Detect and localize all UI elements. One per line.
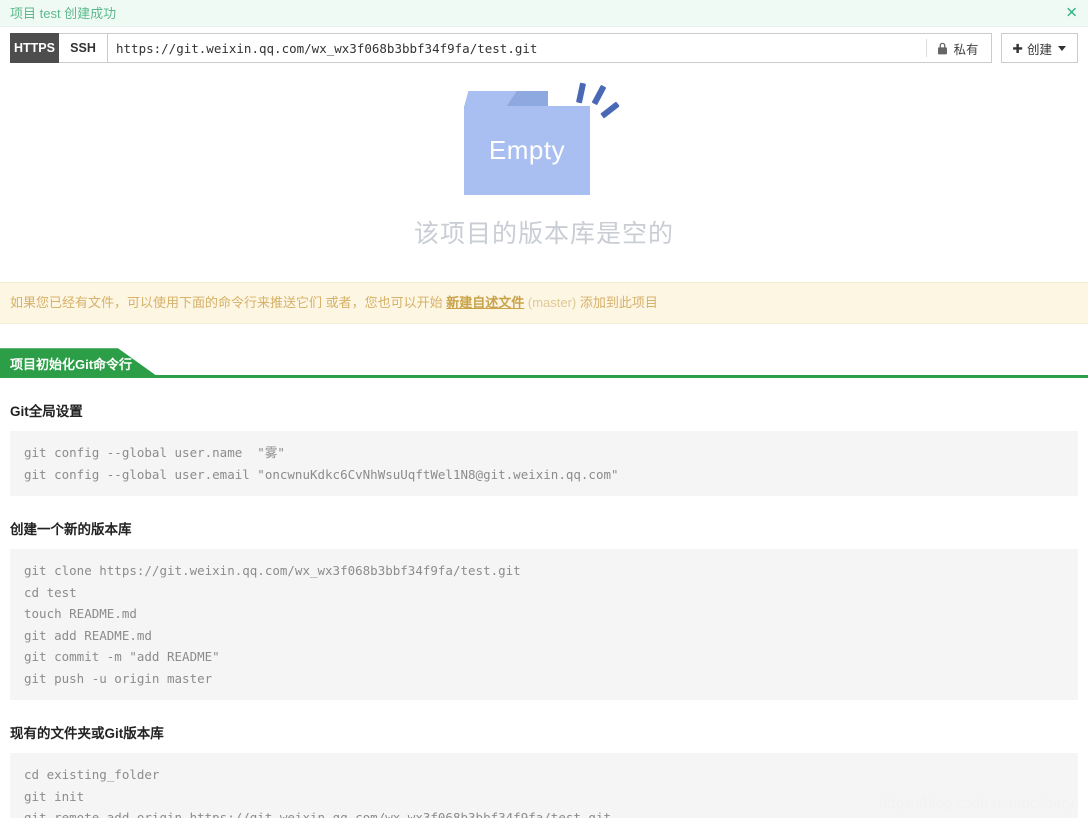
- tab-git-init-commands[interactable]: 项目初始化Git命令行: [0, 348, 160, 379]
- new-readme-link[interactable]: 新建自述文件: [446, 295, 524, 310]
- empty-repo-state: Empty 该项目的版本库是空的: [0, 63, 1088, 250]
- close-icon[interactable]: ✕: [1065, 5, 1078, 21]
- protocol-button-ssh[interactable]: SSH: [59, 33, 108, 63]
- clone-bar: HTTPS SSH 私有 ✚ 创建: [10, 33, 1078, 63]
- create-button[interactable]: ✚ 创建: [1000, 33, 1078, 63]
- tab-strip: 项目初始化Git命令行: [0, 348, 1088, 379]
- empty-folder-illustration: Empty: [464, 75, 624, 200]
- notice-text-after: 添加到此项目: [579, 295, 658, 310]
- sparkle-icon-3: [600, 101, 620, 119]
- success-banner-message: 项目 test 创建成功: [10, 5, 117, 21]
- clone-url-wrapper: 私有: [108, 33, 992, 63]
- empty-repo-title: 该项目的版本库是空的: [413, 220, 674, 248]
- visibility-badge: 私有: [926, 39, 990, 57]
- plus-icon: ✚: [1012, 41, 1023, 56]
- success-banner: 项目 test 创建成功 ✕: [0, 0, 1088, 27]
- notice-text-before: 如果您已经有文件，可以使用下面的命令行来推送它们 或者，您也可以开始: [10, 295, 447, 310]
- lock-icon: [938, 42, 948, 54]
- section-title-global-config: Git全局设置: [10, 404, 83, 420]
- code-block-global-config[interactable]: git config --global user.name "雾" git co…: [10, 431, 1078, 497]
- notice-bar: 如果您已经有文件，可以使用下面的命令行来推送它们 或者，您也可以开始 新建自述文…: [0, 282, 1088, 325]
- visibility-label: 私有: [953, 42, 979, 57]
- code-block-new-repo[interactable]: git clone https://git.weixin.qq.com/wx_w…: [10, 549, 1078, 701]
- clone-url-input[interactable]: [116, 40, 927, 56]
- sparkle-icon-1: [575, 82, 587, 104]
- git-instructions: Git全局设置 git config --global user.name "雾…: [0, 400, 1088, 818]
- protocol-toggle-group: HTTPS SSH: [10, 33, 108, 63]
- chevron-down-icon: [1058, 45, 1066, 51]
- create-button-label: 创建: [1026, 42, 1052, 57]
- sparkle-icon-2: [591, 84, 607, 106]
- section-title-new-repo: 创建一个新的版本库: [10, 522, 132, 538]
- protocol-button-https[interactable]: HTTPS: [10, 33, 59, 63]
- folder-label: Empty: [488, 135, 566, 165]
- code-block-existing-repo[interactable]: cd existing_folder git init git remote a…: [10, 753, 1078, 818]
- section-title-existing-repo: 现有的文件夹或Git版本库: [10, 726, 164, 742]
- notice-branch: (master): [524, 295, 580, 310]
